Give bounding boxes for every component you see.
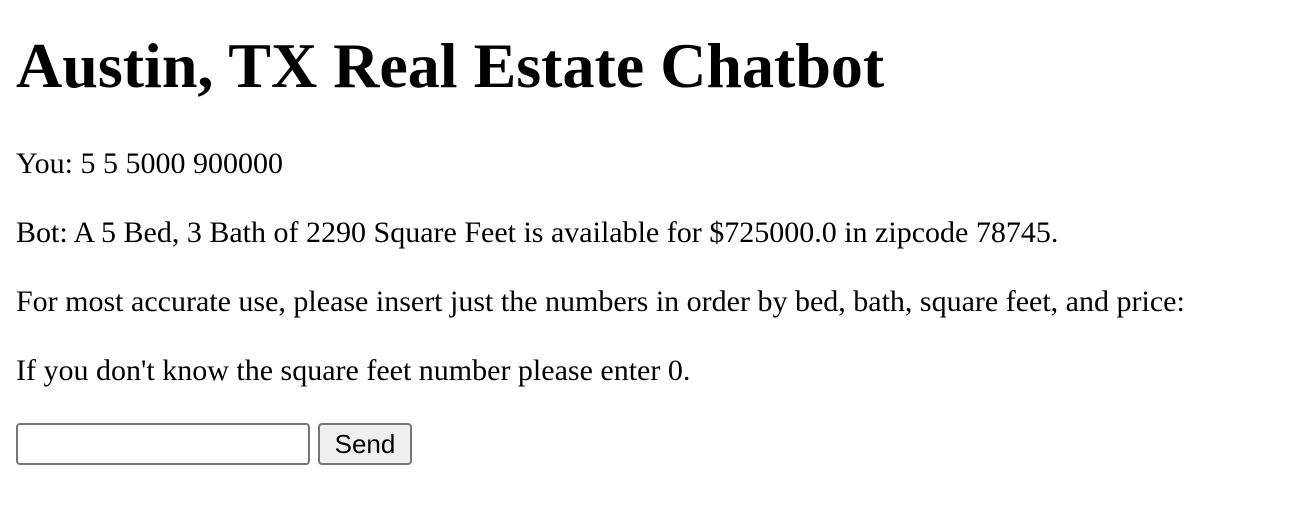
send-button[interactable]: Send (318, 423, 412, 465)
message-input[interactable] (16, 423, 310, 465)
user-message: You: 5 5 5000 900000 (16, 147, 283, 180)
bot-message: Bot: A 5 Bed, 3 Bath of 2290 Square Feet… (16, 216, 1059, 249)
page-title: Austin, TX Real Estate Chatbot (16, 30, 885, 101)
square-feet-hint: If you don't know the square feet number… (16, 354, 691, 387)
usage-instruction: For most accurate use, please insert jus… (16, 285, 1185, 318)
chatbot-page: Austin, TX Real Estate Chatbot You: 5 5 … (0, 0, 1304, 514)
